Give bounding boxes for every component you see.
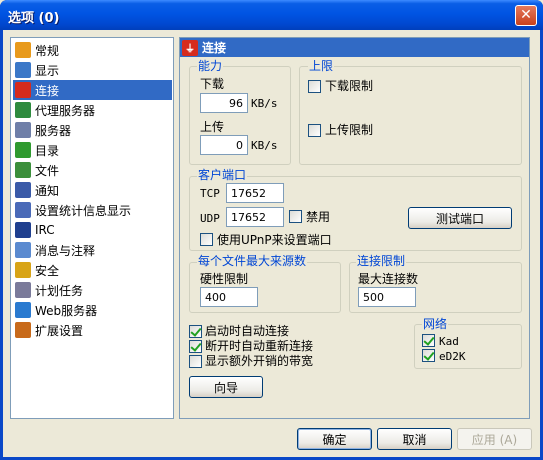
nav-item-label: 设置统计信息显示	[35, 203, 132, 218]
nav-item-label: 连接	[35, 83, 60, 98]
disable-udp-checkbox[interactable]	[289, 210, 302, 223]
download-limit-label: 下载限制	[325, 79, 374, 93]
network-legend: 网络	[422, 317, 449, 331]
message-icon	[15, 242, 31, 258]
upnp-label: 使用UPnP来设置端口	[217, 233, 332, 247]
nav-item[interactable]: 显示	[13, 60, 172, 80]
panel-title: 连接	[202, 41, 227, 55]
nav-item-label: 代理服务器	[35, 103, 96, 118]
category-list[interactable]: 常规显示连接代理服务器服务器目录文件通知设置统计信息显示 IRC 消息与注释安全计划…	[10, 37, 174, 419]
capacity-legend: 能力	[197, 59, 224, 73]
option-checkbox[interactable]	[189, 325, 202, 338]
option-label: 显示额外开销的带宽	[205, 354, 314, 368]
option-checkbox[interactable]	[189, 355, 202, 368]
nav-item[interactable]: 设置统计信息显示	[13, 200, 172, 220]
connection-limit-legend: 连接限制	[356, 254, 407, 268]
notify-icon	[15, 182, 31, 198]
nav-item-label: 安全	[35, 263, 60, 278]
download-unit: KB/s	[251, 97, 278, 110]
nav-item[interactable]: 扩展设置	[13, 320, 172, 340]
kad-checkbox[interactable]	[422, 334, 435, 347]
limits-legend: 上限	[308, 59, 335, 73]
close-icon: ✕	[520, 7, 532, 23]
option-label: 启动时自动连接	[205, 324, 290, 338]
web-icon	[15, 302, 31, 318]
nav-item[interactable]: 计划任务	[13, 280, 172, 300]
nav-item-label: 消息与注释	[35, 243, 96, 258]
nav-item[interactable]: IRC	[13, 220, 172, 240]
hard-limit-input[interactable]: 400	[200, 287, 258, 307]
tcp-label: TCP	[200, 187, 220, 200]
download-capacity-input[interactable]: 96	[200, 93, 248, 113]
nav-item-label: 显示	[35, 63, 60, 78]
upload-unit: KB/s	[251, 139, 278, 152]
display-icon	[15, 62, 31, 78]
upload-limit-checkbox[interactable]	[308, 124, 321, 137]
wizard-button[interactable]: 向导	[189, 376, 263, 398]
nav-item-label: 扩展设置	[35, 323, 84, 338]
nav-item-label: 文件	[35, 163, 60, 178]
proxy-icon	[15, 102, 31, 118]
nav-item-label: 计划任务	[35, 283, 84, 298]
test-port-button[interactable]: 测试端口	[408, 207, 512, 229]
udp-port-input[interactable]: 17652	[226, 207, 284, 227]
nav-item-label: 通知	[35, 183, 60, 198]
upload-label: 上传	[200, 120, 225, 134]
nav-item-label: 目录	[35, 143, 60, 158]
nav-item[interactable]: 消息与注释	[13, 240, 172, 260]
max-connections-input[interactable]: 500	[358, 287, 416, 307]
udp-label: UDP	[200, 212, 220, 225]
irc-icon	[15, 222, 31, 238]
upnp-checkbox[interactable]	[200, 233, 213, 246]
nav-item-label: Web服务器	[35, 303, 98, 318]
extension-icon	[15, 322, 31, 338]
nav-item[interactable]: 代理服务器	[13, 100, 172, 120]
max-sources-legend: 每个文件最大来源数	[197, 254, 308, 268]
upload-capacity-input[interactable]: 0	[200, 135, 248, 155]
ok-button[interactable]: 确定	[297, 428, 372, 450]
nav-item[interactable]: 通知	[13, 180, 172, 200]
option-label: 断开时自动重新连接	[205, 339, 314, 353]
disable-udp-label: 禁用	[306, 210, 331, 224]
apply-button[interactable]: 应用 (A)	[457, 428, 532, 450]
close-button[interactable]: ✕	[515, 5, 537, 26]
hard-limit-label: 硬性限制	[200, 272, 249, 286]
nav-item-label: IRC	[35, 223, 55, 237]
nav-item[interactable]: 目录	[13, 140, 172, 160]
frame-left	[0, 30, 3, 460]
server-icon	[15, 122, 31, 138]
stats-icon	[15, 202, 31, 218]
gear-icon	[15, 42, 31, 58]
max-connections-label: 最大连接数	[358, 272, 419, 286]
file-icon	[15, 162, 31, 178]
folder-icon	[15, 142, 31, 158]
kad-label: Kad	[439, 335, 459, 348]
download-label: 下载	[200, 77, 225, 91]
tcp-port-input[interactable]: 17652	[226, 183, 284, 203]
panel-header: ⏚ 连接	[180, 38, 529, 57]
option-checkbox[interactable]	[189, 340, 202, 353]
title-bar: 选项 (0) ✕	[0, 0, 543, 30]
nav-item[interactable]: 服务器	[13, 120, 172, 140]
nav-item[interactable]: Web服务器	[13, 300, 172, 320]
client-port-legend: 客户端口	[197, 168, 248, 182]
nav-item[interactable]: 文件	[13, 160, 172, 180]
download-limit-checkbox[interactable]	[308, 80, 321, 93]
window-title: 选项 (0)	[8, 11, 60, 26]
ed2k-label: eD2K	[439, 350, 466, 363]
nav-item-label: 服务器	[35, 123, 72, 138]
nav-item-label: 常规	[35, 43, 60, 58]
plug-icon: ⏚	[182, 39, 198, 56]
calendar-icon	[15, 282, 31, 298]
nav-item[interactable]: 安全	[13, 260, 172, 280]
upload-limit-label: 上传限制	[325, 123, 374, 137]
lock-icon	[15, 262, 31, 278]
nav-item[interactable]: 连接	[13, 80, 172, 100]
ed2k-checkbox[interactable]	[422, 349, 435, 362]
cancel-button[interactable]: 取消	[377, 428, 452, 450]
plug-icon	[15, 82, 31, 98]
nav-item[interactable]: 常规	[13, 40, 172, 60]
